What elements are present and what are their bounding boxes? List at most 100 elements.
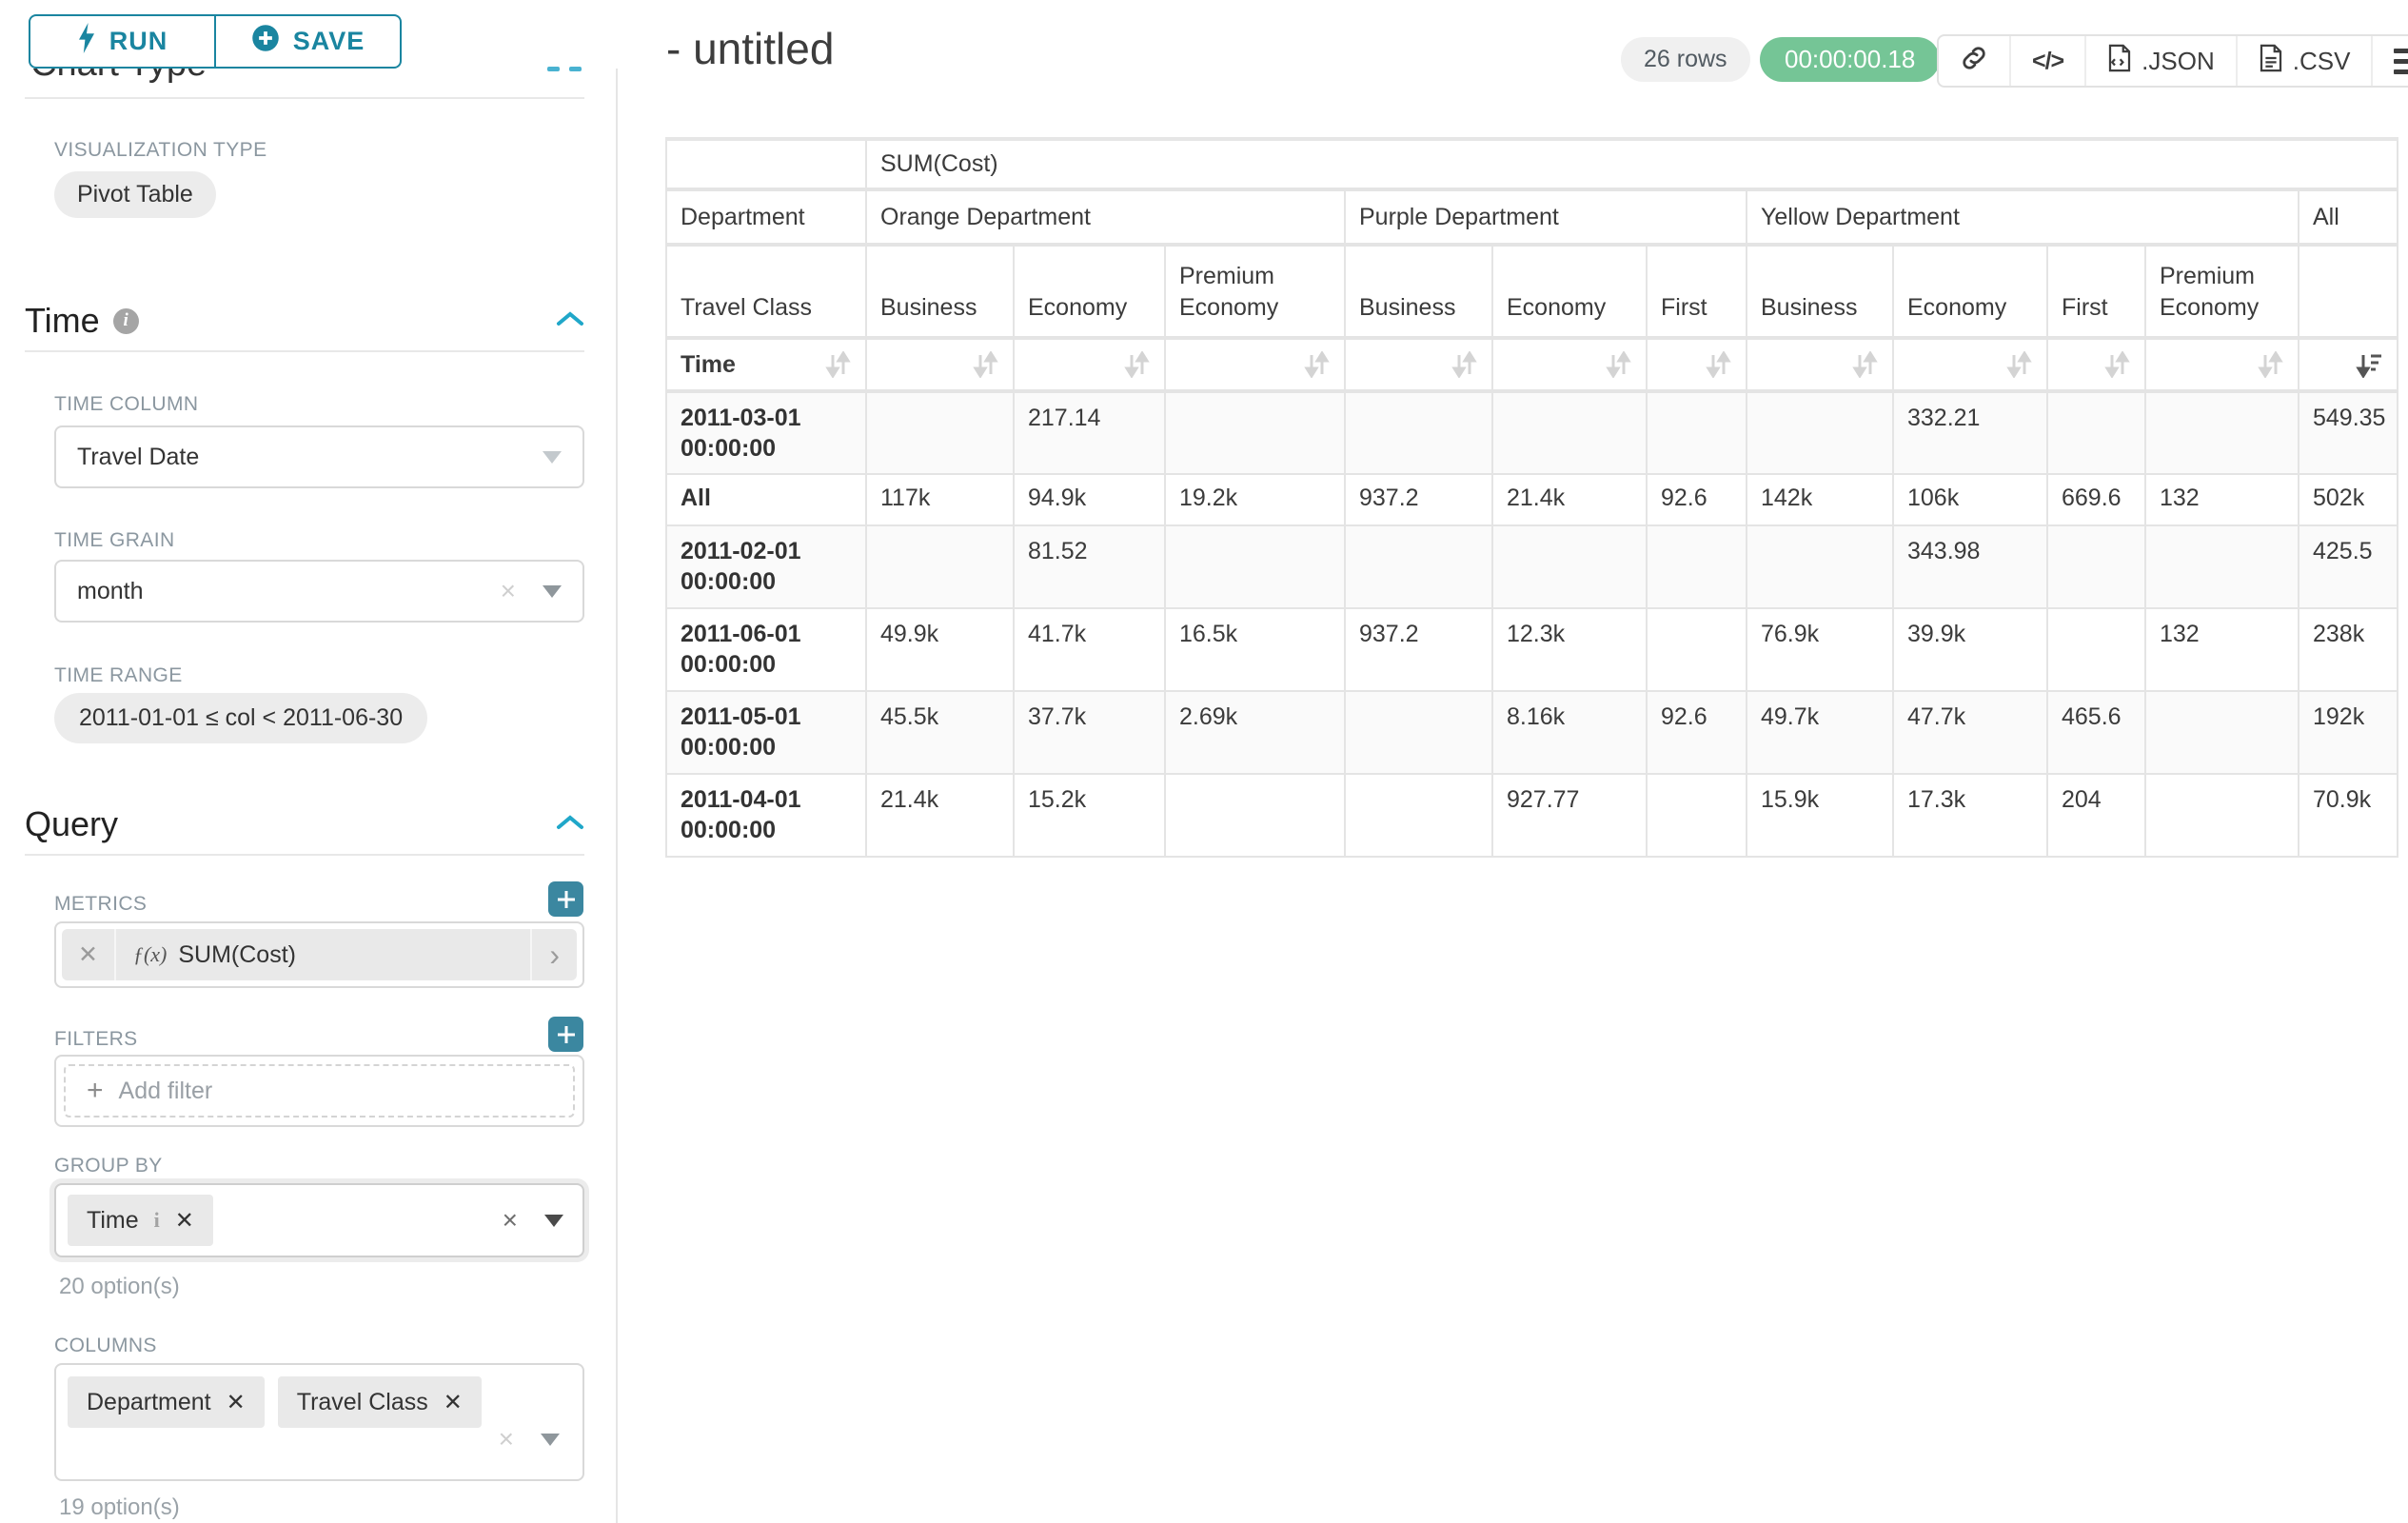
table-row: 2011-03-01 00:00:00217.14332.21549.35: [666, 391, 2398, 474]
row-dimension-header: Department: [666, 189, 866, 245]
x-icon[interactable]: ×: [501, 576, 516, 606]
chevron-down-icon[interactable]: [543, 451, 562, 464]
table-row: 2011-04-01 00:00:0021.4k15.2k927.7715.9k…: [666, 774, 2398, 857]
chevron-up-icon[interactable]: [556, 310, 584, 332]
pivot-value-cell: 94.9k: [1014, 474, 1165, 525]
add-metric-button[interactable]: [548, 881, 583, 917]
x-icon[interactable]: ✕: [444, 1389, 463, 1416]
field-tag[interactable]: Travel Class✕: [278, 1376, 482, 1428]
pivot-value-cell: 343.98: [1893, 525, 2047, 608]
sort-arrows-icon[interactable]: [1850, 351, 1879, 378]
menu-button[interactable]: [2373, 36, 2408, 86]
sort-descending-icon[interactable]: [2355, 351, 2383, 378]
group-by-tags: Timei✕: [68, 1195, 213, 1246]
link-icon: [1960, 44, 1988, 79]
sort-header-cell: [866, 338, 1014, 391]
export-csv-button[interactable]: .CSV: [2238, 36, 2374, 86]
info-icon[interactable]: i: [113, 308, 139, 334]
columns-select[interactable]: Department✕Travel Class✕ ×: [54, 1363, 584, 1481]
pivot-table-container: SUM(Cost)DepartmentOrange DepartmentPurp…: [665, 137, 2398, 858]
pivot-value-cell: [1345, 525, 1492, 608]
pivot-value-cell: 117k: [866, 474, 1014, 525]
pivot-value-cell: [1345, 691, 1492, 774]
pivot-value-cell: 16.5k: [1165, 608, 1345, 691]
pivot-value-cell: 41.7k: [1014, 608, 1165, 691]
chevron-right-icon[interactable]: ›: [530, 929, 577, 980]
pivot-value-cell: [1165, 525, 1345, 608]
pivot-value-cell: 19.2k: [1165, 474, 1345, 525]
x-icon[interactable]: ×: [503, 1205, 518, 1236]
sort-header-cell: [1747, 338, 1893, 391]
x-icon[interactable]: ×: [499, 1424, 514, 1454]
column-subheader: Business: [866, 245, 1014, 338]
sort-arrows-icon[interactable]: [1302, 351, 1331, 378]
chevron-up-icon[interactable]: [556, 814, 584, 836]
chart-title[interactable]: - untitled: [666, 23, 834, 74]
chevron-down-icon[interactable]: [544, 1215, 563, 1227]
query-timer-badge: 00:00:00.18: [1760, 37, 1940, 82]
add-filter-plus-button[interactable]: [548, 1017, 583, 1052]
column-subheader: Economy: [1893, 245, 2047, 338]
time-grain-value: month: [77, 578, 143, 605]
sort-arrows-icon[interactable]: [1604, 351, 1632, 378]
pivot-row-label: 2011-02-01 00:00:00: [666, 525, 866, 608]
pivot-value-cell: 47.7k: [1893, 691, 2047, 774]
chevron-down-icon[interactable]: [543, 585, 562, 598]
sort-arrows-icon[interactable]: [823, 351, 852, 378]
embed-code-button[interactable]: </>: [2011, 36, 2086, 86]
pivot-value-cell: 92.6: [1647, 691, 1747, 774]
visualization-type-label: VISUALIZATION TYPE: [54, 139, 266, 162]
sort-header-cell: [2047, 338, 2145, 391]
time-column-select[interactable]: Travel Date: [54, 425, 584, 488]
info-icon[interactable]: i: [154, 1208, 160, 1233]
x-icon[interactable]: ✕: [227, 1389, 246, 1416]
sort-arrows-icon[interactable]: [1704, 351, 1732, 378]
pivot-value-cell: [2047, 608, 2145, 691]
pivot-value-cell: [1492, 525, 1647, 608]
save-button[interactable]: SAVE: [214, 14, 402, 69]
pivot-value-cell: [1165, 391, 1345, 474]
export-json-button[interactable]: .JSON: [2086, 36, 2238, 86]
pivot-value-cell: 502k: [2299, 474, 2398, 525]
sort-arrows-icon[interactable]: [971, 351, 999, 378]
sort-arrows-icon[interactable]: [2102, 351, 2131, 378]
copy-link-button[interactable]: [1939, 36, 2011, 86]
pivot-value-cell: [2047, 391, 2145, 474]
pivot-value-cell: 142k: [1747, 474, 1893, 525]
time-grain-select[interactable]: month ×: [54, 560, 584, 623]
pivot-table: SUM(Cost)DepartmentOrange DepartmentPurp…: [665, 137, 2398, 858]
time-header-cell: Time: [666, 338, 866, 391]
group-by-select[interactable]: Timei✕ ×: [54, 1183, 584, 1257]
section-divider: [25, 854, 584, 856]
save-button-label: SAVE: [293, 27, 365, 56]
sort-arrows-icon[interactable]: [1122, 351, 1151, 378]
pivot-value-cell: [2145, 525, 2299, 608]
sort-header-cell: [1165, 338, 1345, 391]
metric-pill[interactable]: ✕ ƒ(x) SUM(Cost) ›: [62, 929, 577, 980]
pivot-value-cell: 8.16k: [1492, 691, 1647, 774]
field-tag[interactable]: Timei✕: [68, 1195, 213, 1246]
chevron-down-icon[interactable]: [541, 1434, 560, 1446]
chevron-up-icon: [569, 67, 582, 71]
visualization-type-value[interactable]: Pivot Table: [54, 171, 216, 218]
pivot-value-cell: [866, 391, 1014, 474]
pivot-value-cell: [2145, 391, 2299, 474]
sort-arrows-icon[interactable]: [2004, 351, 2033, 378]
pivot-row-label: 2011-04-01 00:00:00: [666, 774, 866, 857]
sort-arrows-icon[interactable]: [2256, 351, 2284, 378]
pivot-value-cell: 12.3k: [1492, 608, 1647, 691]
chevron-up-icon: [547, 67, 560, 71]
x-icon[interactable]: ✕: [175, 1207, 194, 1235]
pivot-value-cell: 49.9k: [866, 608, 1014, 691]
pivot-value-cell: 238k: [2299, 608, 2398, 691]
pivot-value-cell: [1647, 525, 1747, 608]
run-button[interactable]: RUN: [29, 14, 216, 69]
x-icon[interactable]: ✕: [62, 929, 116, 980]
table-row: 2011-06-01 00:00:0049.9k41.7k16.5k937.21…: [666, 608, 2398, 691]
time-section-header: Time i: [25, 301, 584, 341]
add-filter-button[interactable]: + Add filter: [64, 1064, 575, 1118]
field-tag[interactable]: Department✕: [68, 1376, 265, 1428]
time-range-value[interactable]: 2011-01-01 ≤ col < 2011-06-30: [54, 693, 427, 743]
export-json-label: .JSON: [2142, 47, 2215, 76]
sort-arrows-icon[interactable]: [1450, 351, 1478, 378]
